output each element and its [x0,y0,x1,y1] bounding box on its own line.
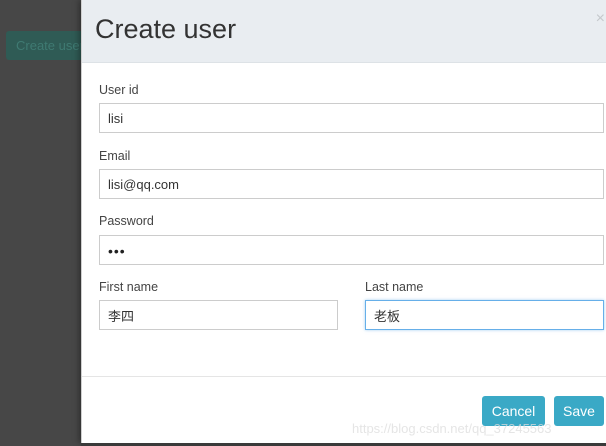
background-create-user-button: Create user [6,31,88,60]
password-input[interactable]: ••• [99,235,604,265]
user-id-input[interactable] [99,103,604,133]
watermark-text: https://blog.csdn.net/qq_37245563 [352,421,552,436]
modal-header: Create user × [82,0,606,63]
email-input[interactable] [99,169,604,199]
close-icon[interactable]: × [596,10,605,28]
first-name-input[interactable] [99,300,338,330]
password-label: Password [99,214,154,228]
modal-title: Create user [95,14,237,44]
save-button[interactable]: Save [554,396,604,426]
last-name-label: Last name [365,280,424,294]
create-user-modal: Create user × User id Email Password •••… [81,0,606,443]
last-name-input[interactable] [365,300,604,330]
email-label: Email [99,149,131,163]
user-id-label: User id [99,83,139,97]
first-name-label: First name [99,280,159,294]
password-mask: ••• [108,243,126,259]
